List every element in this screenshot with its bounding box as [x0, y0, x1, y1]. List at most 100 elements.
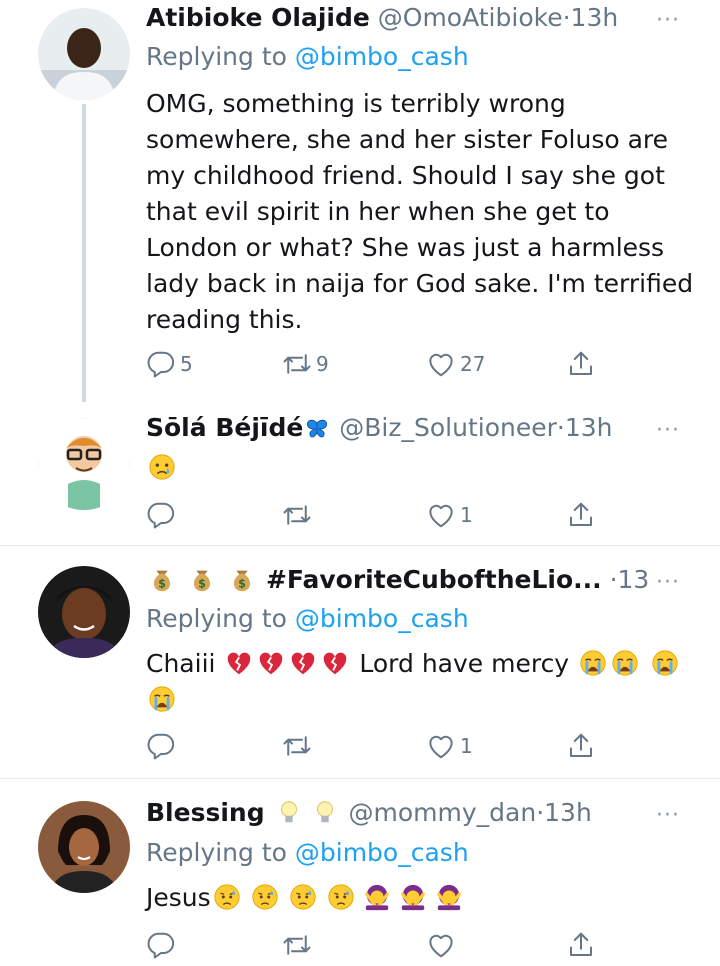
tweet-header: Blessing @mommy_dan·13h [146, 795, 650, 831]
share-icon [566, 930, 596, 960]
timestamp[interactable]: 13h [565, 413, 613, 442]
like-button[interactable]: 27 [426, 346, 485, 382]
reply-button[interactable] [146, 497, 176, 533]
tweet-header: Sōlá Béjīdé @Biz_Solutioneer·13h [146, 410, 650, 446]
like-button[interactable] [426, 927, 456, 963]
user-handle[interactable]: @mommy_dan [349, 798, 537, 827]
reply-icon [146, 500, 176, 530]
person-gesturing-no-icon [435, 883, 463, 911]
more-options-icon[interactable]: ··· [656, 418, 680, 443]
replying-to: Replying to @bimbo_cash [146, 836, 469, 870]
retweet-icon [282, 500, 312, 530]
broken-heart-icon [289, 649, 317, 677]
tweet-4[interactable]: Blessing @mommy_dan·13h ··· Replying to … [0, 779, 720, 966]
user-handle[interactable]: @OmoAtibioke [378, 3, 563, 32]
timestamp[interactable]: 13h [618, 565, 650, 594]
replying-to-label: Replying to [146, 838, 295, 867]
retweet-button[interactable]: 9 [282, 346, 329, 382]
money-bag-icon [228, 565, 256, 593]
loudly-crying-face-icon [651, 649, 679, 677]
share-button[interactable] [566, 346, 596, 382]
share-button[interactable] [566, 728, 596, 764]
person-gesturing-no-icon [363, 883, 391, 911]
tweet-2[interactable]: Sōlá Béjīdé @Biz_Solutioneer·13h ··· 1 [0, 400, 720, 545]
replying-to-link[interactable]: @bimbo_cash [295, 604, 469, 633]
replying-to: Replying to @bimbo_cash [146, 602, 469, 636]
light-bulb-icon [275, 798, 303, 826]
sad-relieved-face-icon [289, 883, 317, 911]
retweet-count: 9 [316, 352, 329, 376]
tweet-actions: 1 [146, 728, 596, 764]
separator-dot: · [562, 3, 571, 32]
more-options-icon[interactable]: ··· [656, 8, 680, 33]
person-gesturing-no-icon [399, 883, 427, 911]
avatar-favoritecub[interactable] [38, 566, 130, 658]
reply-button[interactable] [146, 728, 176, 764]
tweet-text: Jesus [146, 880, 696, 916]
heart-icon [426, 349, 456, 379]
timestamp[interactable]: 13h [544, 798, 592, 827]
share-button[interactable] [566, 927, 596, 963]
broken-heart-icon [225, 649, 253, 677]
tweet-actions: 5 9 27 [146, 346, 596, 382]
retweet-button[interactable] [282, 497, 312, 533]
share-icon [566, 731, 596, 761]
reply-button[interactable] [146, 927, 176, 963]
heart-icon [426, 500, 456, 530]
display-name[interactable]: Atibioke Olajide [146, 3, 370, 32]
reply-button[interactable]: 5 [146, 346, 193, 382]
retweet-icon [282, 731, 312, 761]
replying-to-label: Replying to [146, 604, 295, 633]
tweet-header: #FavoriteCuboftheLio... ·13h [146, 562, 650, 598]
heart-icon [426, 930, 456, 960]
avatar-atibioke[interactable] [38, 8, 130, 100]
sad-relieved-face-icon [327, 883, 355, 911]
tweet-actions: 1 [146, 497, 596, 533]
broken-heart-icon [257, 649, 285, 677]
tweet-text: OMG, something is terribly wrong somewhe… [146, 89, 694, 334]
like-count: 27 [460, 352, 486, 376]
replying-to-label: Replying to [146, 42, 295, 71]
like-count: 1 [460, 503, 473, 527]
timestamp[interactable]: 13h [571, 3, 619, 32]
user-handle[interactable]: @Biz_Solutioneer [339, 413, 557, 442]
separator-dot: · [609, 565, 618, 594]
retweet-button[interactable] [282, 728, 312, 764]
like-button[interactable]: 1 [426, 728, 473, 764]
tweet-actions [146, 927, 596, 963]
replying-to: Replying to @bimbo_cash [146, 40, 469, 74]
avatar-blessing[interactable] [38, 801, 130, 893]
thread-line [82, 104, 86, 402]
more-options-icon[interactable]: ··· [656, 570, 680, 595]
money-bag-icon [148, 565, 176, 593]
display-name[interactable]: Blessing [146, 798, 265, 827]
replying-to-link[interactable]: @bimbo_cash [295, 838, 469, 867]
loudly-crying-face-icon [611, 649, 639, 677]
money-bag-icon [188, 565, 216, 593]
reply-count: 5 [180, 352, 193, 376]
tweet-text-end: Lord have mercy [359, 649, 570, 678]
display-name[interactable]: #FavoriteCuboftheLio... [266, 565, 602, 594]
separator-dot: · [556, 413, 565, 442]
display-name[interactable]: Sōlá Béjīdé [146, 413, 303, 442]
share-button[interactable] [566, 497, 596, 533]
light-bulb-icon [311, 798, 339, 826]
sad-relieved-face-icon [213, 883, 241, 911]
tweet-text-start: Jesus [146, 883, 211, 912]
butterfly-icon [305, 417, 329, 441]
separator-dot: · [536, 798, 545, 827]
avatar-sola[interactable] [38, 418, 130, 510]
share-icon [566, 500, 596, 530]
tweet-3[interactable]: #FavoriteCuboftheLio... ·13h ··· Replyin… [0, 546, 720, 778]
like-button[interactable]: 1 [426, 497, 473, 533]
reply-icon [146, 349, 176, 379]
retweet-button[interactable] [282, 927, 312, 963]
loudly-crying-face-icon [148, 685, 176, 713]
tweet-text: Chaiii Lord have mercy [146, 646, 696, 718]
replying-to-link[interactable]: @bimbo_cash [295, 42, 469, 71]
like-count: 1 [460, 734, 473, 758]
tweet-1[interactable]: Atibioke Olajide @OmoAtibioke·13h ··· Re… [0, 0, 720, 402]
broken-heart-icon [321, 649, 349, 677]
more-options-icon[interactable]: ··· [656, 803, 680, 828]
tweet-header: Atibioke Olajide @OmoAtibioke·13h [146, 0, 650, 36]
